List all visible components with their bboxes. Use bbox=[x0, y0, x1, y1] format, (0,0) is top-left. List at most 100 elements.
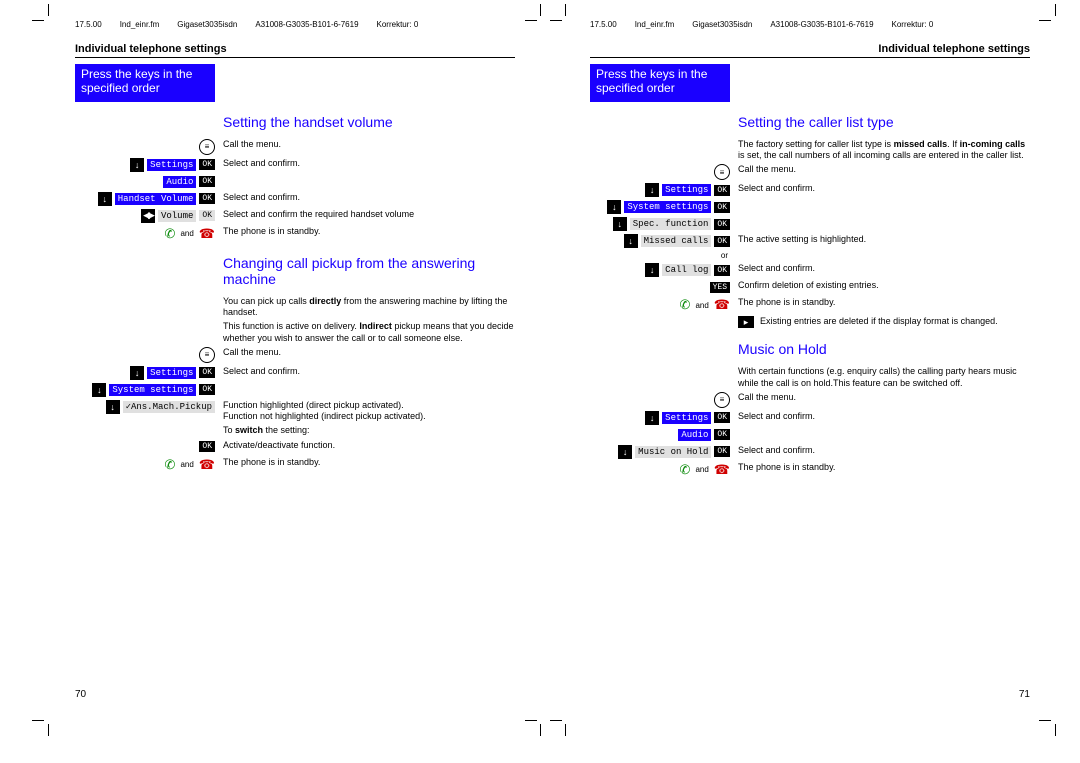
menu-ans-mach-pickup: ✓Ans.Mach.Pickup bbox=[123, 401, 215, 413]
down-arrow-icon: ↓ bbox=[624, 234, 638, 248]
phone-on-hook-icon: ☎ bbox=[714, 462, 730, 478]
meta-product: Gigaset3035isdn bbox=[177, 20, 237, 29]
content-right: Setting the caller list type The factory… bbox=[590, 108, 1030, 478]
heading-handset-volume: Setting the handset volume bbox=[223, 114, 515, 130]
meta-korrektur: Korrektur: 0 bbox=[377, 20, 419, 29]
down-arrow-icon: ↓ bbox=[98, 192, 112, 206]
heading-music-on-hold: Music on Hold bbox=[738, 341, 1030, 357]
paragraph: The factory setting for caller list type… bbox=[738, 139, 1030, 162]
phone-off-hook-icon: ✆ bbox=[165, 457, 176, 473]
ok-button: OK bbox=[714, 185, 730, 196]
menu-music-on-hold: Music on Hold bbox=[635, 446, 711, 458]
heading-caller-list-type: Setting the caller list type bbox=[738, 114, 1030, 130]
menu-icon: ≡ bbox=[714, 164, 730, 180]
page-number: 70 bbox=[75, 689, 86, 700]
step-text: Activate/deactivate function. bbox=[223, 440, 515, 451]
ok-button: OK bbox=[199, 159, 215, 170]
section-title: Individual telephone settings bbox=[590, 43, 1030, 58]
step-text: The phone is in standby. bbox=[223, 457, 515, 468]
or-text: or bbox=[590, 251, 730, 260]
left-right-icon: ◀▶ bbox=[141, 209, 155, 223]
menu-audio: Audio bbox=[163, 176, 196, 188]
down-arrow-icon: ↓ bbox=[106, 400, 120, 414]
down-arrow-icon: ↓ bbox=[645, 263, 659, 277]
menu-settings: Settings bbox=[662, 184, 711, 196]
ok-button: OK bbox=[714, 412, 730, 423]
step-text: Call the menu. bbox=[738, 164, 1030, 175]
step-text: The active setting is highlighted. bbox=[738, 234, 1030, 245]
phone-on-hook-icon: ☎ bbox=[714, 297, 730, 313]
meta-date: 17.5.00 bbox=[75, 20, 102, 29]
step-text: Select and confirm. bbox=[223, 192, 515, 203]
ok-button: OK bbox=[199, 384, 215, 395]
meta-file: Ind_einr.fm bbox=[635, 20, 675, 29]
phone-on-hook-icon: ☎ bbox=[199, 457, 215, 473]
meta-row: 17.5.00 Ind_einr.fm Gigaset3035isdn A310… bbox=[590, 20, 1030, 29]
step-text: Confirm deletion of existing entries. bbox=[738, 280, 1030, 291]
down-arrow-icon: ↓ bbox=[645, 411, 659, 425]
ok-button: OK bbox=[714, 265, 730, 276]
menu-settings: Settings bbox=[147, 159, 196, 171]
menu-icon: ≡ bbox=[714, 392, 730, 408]
phone-off-hook-icon: ✆ bbox=[680, 297, 691, 313]
menu-volume: Volume bbox=[158, 210, 196, 222]
phone-on-hook-icon: ☎ bbox=[199, 226, 215, 242]
down-arrow-icon: ↓ bbox=[618, 445, 632, 459]
step-text: The phone is in standby. bbox=[223, 226, 515, 237]
step-text: Call the menu. bbox=[223, 347, 515, 358]
section-title: Individual telephone settings bbox=[75, 43, 515, 58]
step-text: Select and confirm. bbox=[223, 366, 515, 377]
down-arrow-icon: ↓ bbox=[130, 366, 144, 380]
meta-korrektur: Korrektur: 0 bbox=[892, 20, 934, 29]
down-arrow-icon: ↓ bbox=[613, 217, 627, 231]
paragraph: You can pick up calls directly from the … bbox=[223, 296, 515, 319]
paragraph: This function is active on delivery. Ind… bbox=[223, 321, 515, 344]
content-left: Setting the handset volume ≡ Call the me… bbox=[75, 108, 515, 473]
down-arrow-icon: ↓ bbox=[645, 183, 659, 197]
meta-docid: A31008-G3035-B101-6-7619 bbox=[770, 20, 873, 29]
down-arrow-icon: ↓ bbox=[607, 200, 621, 214]
menu-missed-calls: Missed calls bbox=[641, 235, 712, 247]
step-text: Call the menu. bbox=[223, 139, 515, 150]
page-right: 17.5.00 Ind_einr.fm Gigaset3035isdn A310… bbox=[590, 20, 1030, 720]
paragraph: To switch the setting: bbox=[223, 425, 515, 436]
step-text: Select and confirm. bbox=[738, 411, 1030, 422]
meta-row: 17.5.00 Ind_einr.fm Gigaset3035isdn A310… bbox=[75, 20, 515, 29]
paragraph: With certain functions (e.g. enquiry cal… bbox=[738, 366, 1030, 389]
step-text: Select and confirm. bbox=[223, 158, 515, 169]
note-text: Existing entries are deleted if the disp… bbox=[760, 316, 998, 327]
note-icon: ▸ bbox=[738, 316, 754, 328]
menu-system-settings: System settings bbox=[624, 201, 711, 213]
and-text: and bbox=[180, 229, 193, 238]
ok-button: OK bbox=[714, 446, 730, 457]
step-text: Select and confirm. bbox=[738, 445, 1030, 456]
menu-icon: ≡ bbox=[199, 139, 215, 155]
meta-file: Ind_einr.fm bbox=[120, 20, 160, 29]
step-text: Call the menu. bbox=[738, 392, 1030, 403]
ok-button: OK bbox=[199, 367, 215, 378]
phone-off-hook-icon: ✆ bbox=[165, 226, 176, 242]
menu-audio: Audio bbox=[678, 429, 711, 441]
meta-product: Gigaset3035isdn bbox=[692, 20, 752, 29]
menu-call-log: Call log bbox=[662, 264, 711, 276]
ok-button: OK bbox=[199, 441, 215, 452]
menu-spec-function: Spec. function bbox=[630, 218, 712, 230]
menu-handset-volume: Handset Volume bbox=[115, 193, 197, 205]
ok-button: OK bbox=[199, 176, 215, 187]
meta-date: 17.5.00 bbox=[590, 20, 617, 29]
down-arrow-icon: ↓ bbox=[92, 383, 106, 397]
press-box: Press the keys in the specified order bbox=[75, 64, 215, 102]
press-box: Press the keys in the specified order bbox=[590, 64, 730, 102]
step-text: The phone is in standby. bbox=[738, 297, 1030, 308]
and-text: and bbox=[180, 460, 193, 469]
ok-button: OK bbox=[199, 193, 215, 204]
down-arrow-icon: ↓ bbox=[130, 158, 144, 172]
page-left: 17.5.00 Ind_einr.fm Gigaset3035isdn A310… bbox=[75, 20, 515, 720]
step-text: Select and confirm. bbox=[738, 263, 1030, 274]
note: ▸ Existing entries are deleted if the dis… bbox=[738, 316, 1030, 328]
ok-button-grey: OK bbox=[199, 210, 215, 221]
and-text: and bbox=[695, 465, 708, 474]
yes-button: YES bbox=[710, 282, 730, 293]
ok-button: OK bbox=[714, 202, 730, 213]
phone-off-hook-icon: ✆ bbox=[680, 462, 691, 478]
